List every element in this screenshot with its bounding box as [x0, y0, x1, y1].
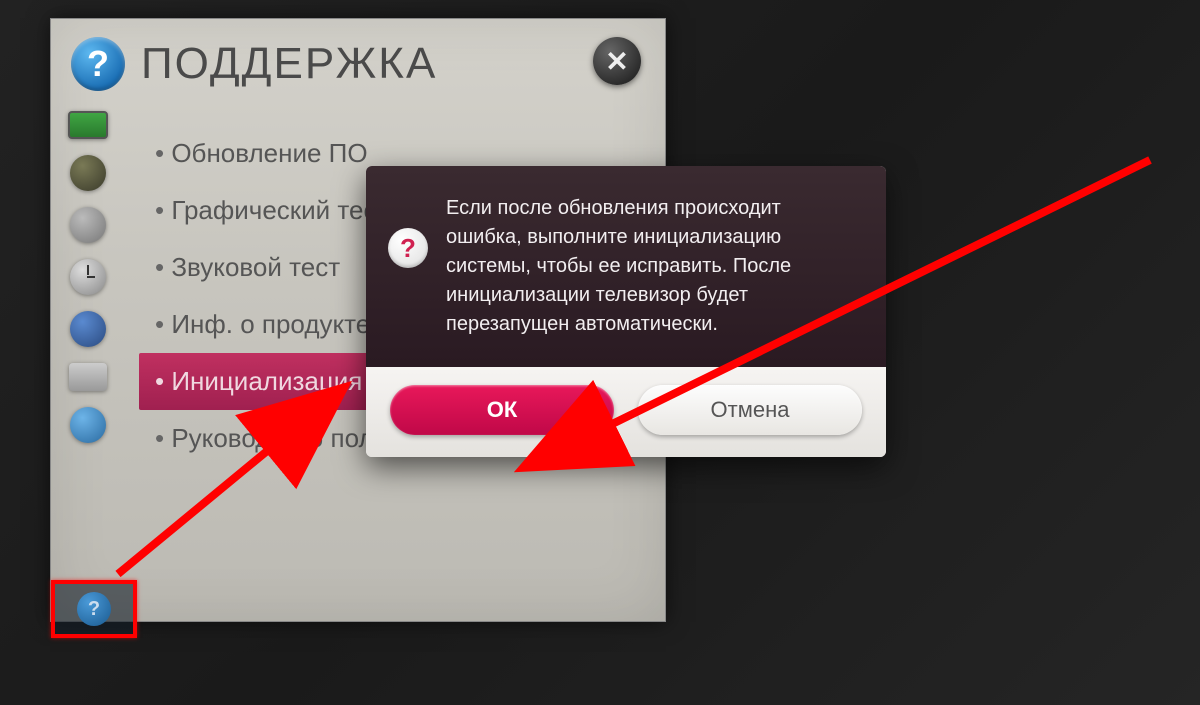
close-icon: ✕	[605, 45, 628, 78]
ok-button[interactable]: ОК	[390, 385, 614, 435]
cancel-button[interactable]: Отмена	[638, 385, 862, 435]
tv-screen-background: ? ПОДДЕРЖКА ✕ Обновление ПО Графический …	[0, 0, 1200, 705]
box-icon[interactable]	[69, 363, 107, 391]
page-title: ПОДДЕРЖКА	[141, 39, 437, 89]
panel-header: ? ПОДДЕРЖКА ✕	[51, 19, 665, 101]
close-button[interactable]: ✕	[593, 37, 641, 85]
dialog-footer: ОК Отмена	[366, 367, 886, 457]
lock-icon[interactable]	[70, 311, 106, 347]
annotation-highlight: ?	[51, 580, 137, 638]
sidebar	[51, 101, 125, 613]
dialog-message: Если после обновления происходит ошибка,…	[446, 194, 858, 339]
help-icon: ?	[71, 37, 125, 91]
help-icon[interactable]: ?	[77, 592, 111, 626]
tv-icon[interactable]	[68, 111, 108, 139]
dialog-body: ? Если после обновления происходит ошибк…	[366, 166, 886, 367]
globe-icon[interactable]	[70, 407, 106, 443]
confirm-dialog: ? Если после обновления происходит ошибк…	[366, 166, 886, 457]
disc-icon[interactable]	[70, 155, 106, 191]
question-icon: ?	[388, 228, 428, 268]
clock-icon[interactable]	[70, 259, 106, 295]
satellite-icon[interactable]	[70, 207, 106, 243]
